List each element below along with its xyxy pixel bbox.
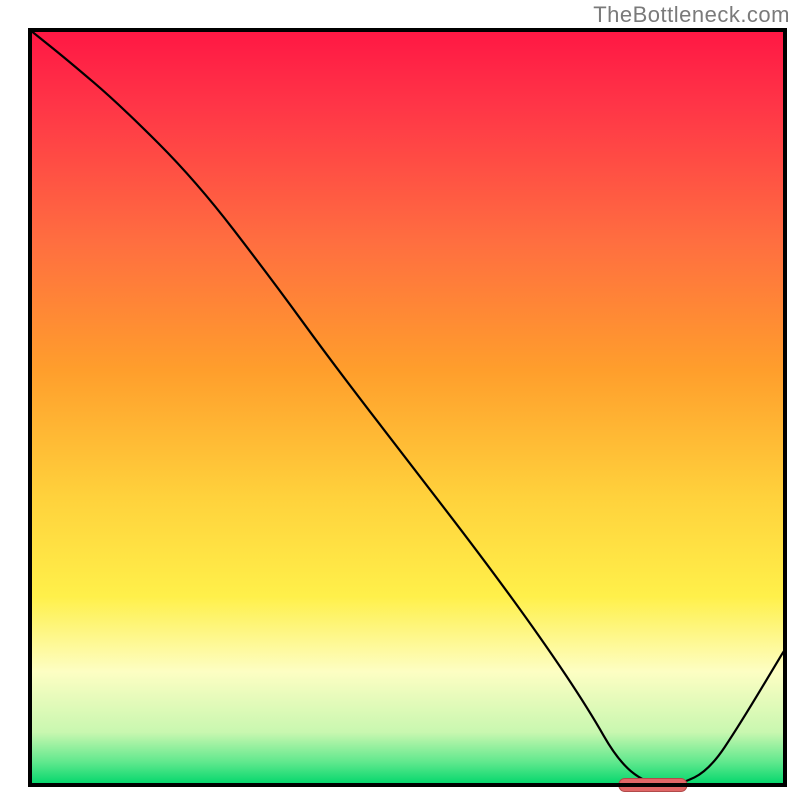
- gradient-background: [30, 30, 785, 785]
- chart-frame: TheBottleneck.com: [0, 0, 800, 800]
- plot-area: [30, 30, 785, 792]
- watermark-text: TheBottleneck.com: [593, 2, 790, 28]
- bottleneck-chart: [0, 0, 800, 800]
